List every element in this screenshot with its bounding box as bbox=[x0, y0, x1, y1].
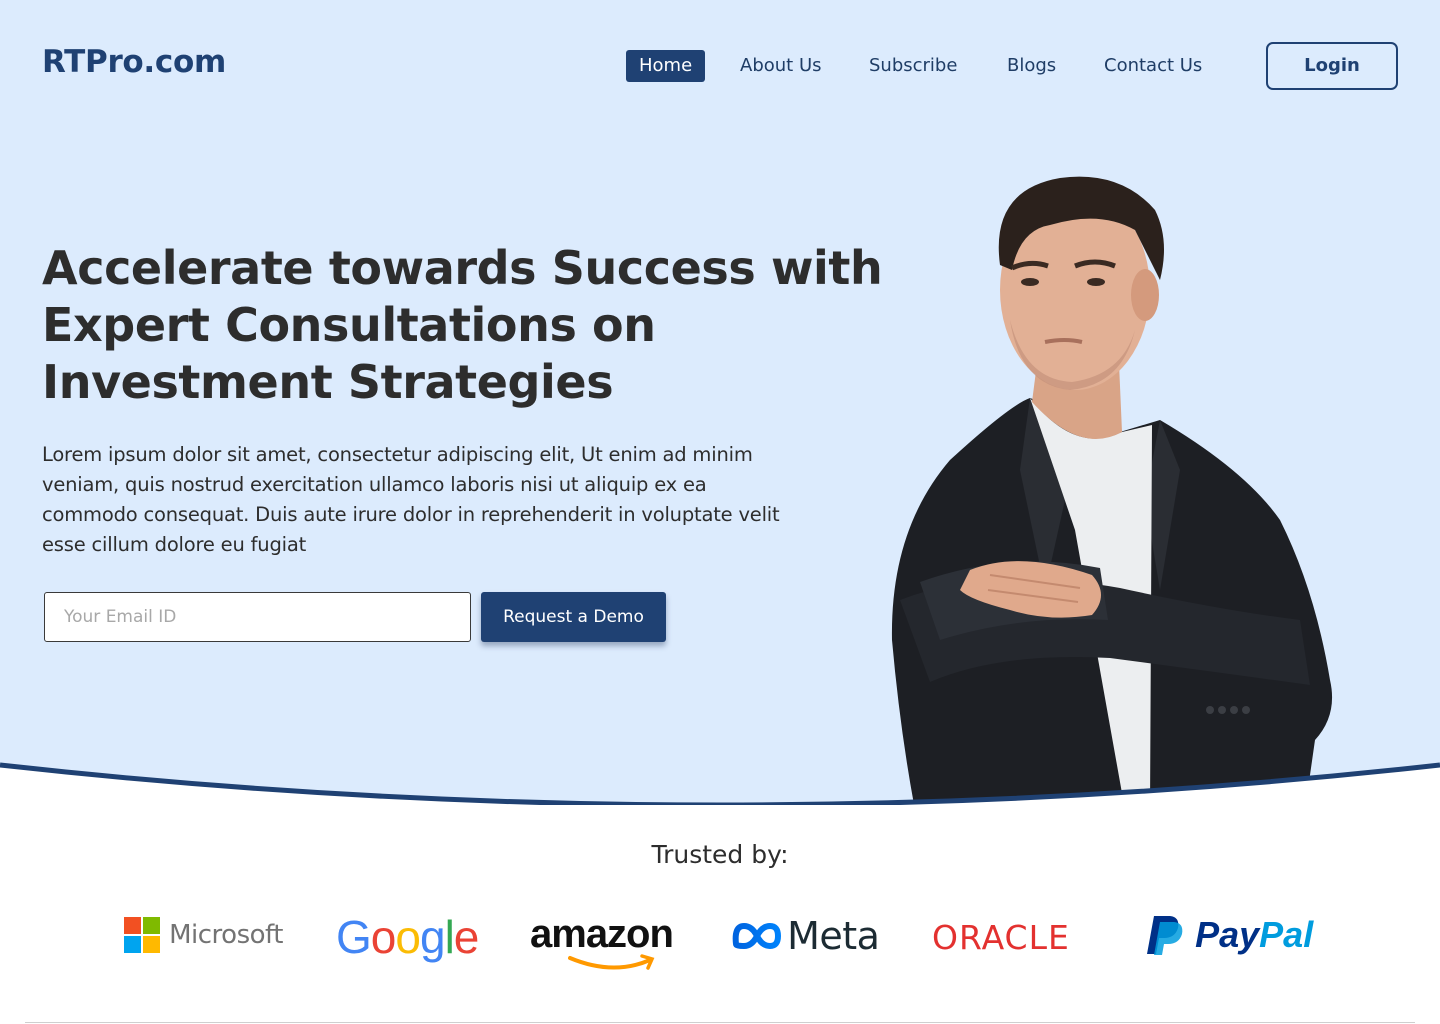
headline-line: Investment Strategies bbox=[42, 355, 614, 409]
google-logo: Google bbox=[336, 911, 479, 963]
trusted-by-label: Trusted by: bbox=[651, 840, 789, 869]
hero-description: Lorem ipsum dolor sit amet, consectetur … bbox=[42, 443, 780, 556]
paypal-p-icon bbox=[1147, 916, 1183, 955]
headline-line: Expert Consultations on bbox=[42, 298, 656, 352]
microsoft-logo: Microsoft bbox=[124, 917, 283, 953]
nav-blogs[interactable]: Blogs bbox=[1007, 50, 1056, 82]
paypal-wordmark: PayPal bbox=[1195, 914, 1314, 955]
paypal-logo: PayPal bbox=[1146, 914, 1313, 956]
amazon-logo: amazon bbox=[530, 912, 674, 970]
request-demo-button[interactable]: Request a Demo bbox=[481, 592, 666, 642]
site-logo[interactable]: RTPro.com bbox=[42, 44, 226, 80]
footer-divider bbox=[25, 1022, 1415, 1023]
amazon-wordmark: amazon bbox=[530, 912, 674, 956]
microsoft-wordmark: Microsoft bbox=[169, 920, 283, 950]
meta-logo: Meta bbox=[732, 914, 880, 958]
meta-infinity-icon bbox=[732, 922, 782, 950]
nav-about-us[interactable]: About Us bbox=[740, 50, 822, 82]
hero-wave-divider bbox=[0, 762, 1440, 805]
nav-home[interactable]: Home bbox=[626, 50, 706, 82]
amazon-smile-icon bbox=[568, 954, 655, 970]
hero-headline: Accelerate towards Success with Expert C… bbox=[42, 240, 883, 411]
microsoft-squares-icon bbox=[124, 917, 160, 953]
nav-subscribe[interactable]: Subscribe bbox=[869, 50, 957, 82]
email-input[interactable] bbox=[44, 592, 471, 642]
headline-line: Accelerate towards Success with bbox=[42, 241, 883, 295]
trusted-logos: Microsoft Google amazon Meta ORACLE PayP… bbox=[0, 900, 1440, 980]
person-photo bbox=[891, 176, 1333, 805]
login-button[interactable]: Login bbox=[1266, 42, 1398, 90]
hero-section: RTPro.com Home About Us Subscribe Blogs … bbox=[0, 0, 1440, 805]
meta-wordmark: Meta bbox=[787, 914, 880, 958]
nav-contact-us[interactable]: Contact Us bbox=[1104, 50, 1202, 82]
oracle-logo: ORACLE bbox=[932, 918, 1070, 957]
oracle-wordmark: ORACLE bbox=[932, 918, 1070, 957]
